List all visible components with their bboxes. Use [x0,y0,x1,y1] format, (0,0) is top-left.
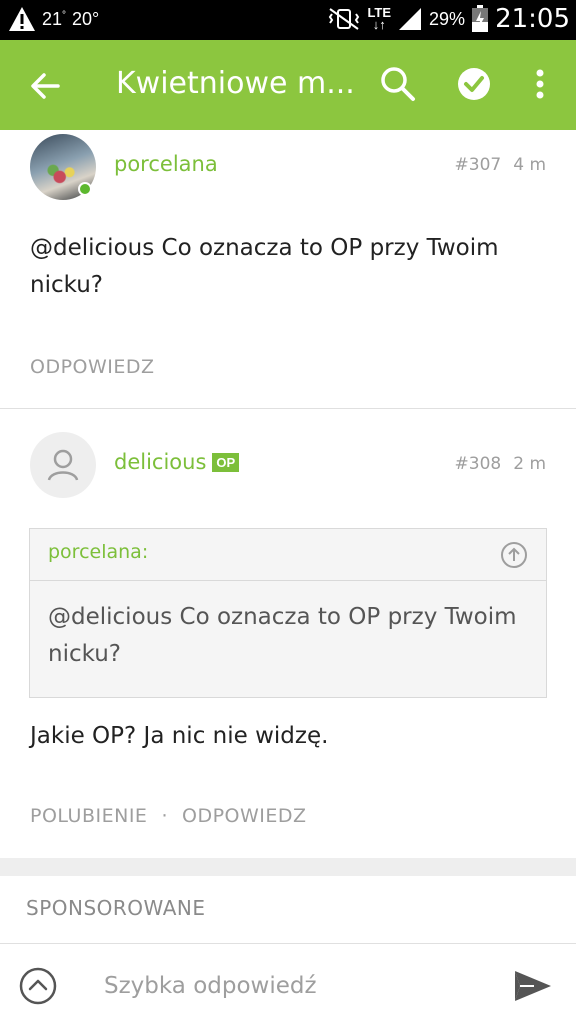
op-badge: OP [212,453,240,472]
status-left: 21 ° 20° [8,6,99,32]
like-button[interactable]: POLUBIENIE [30,805,147,827]
comment-text: Jakie OP? Ja nic nie widzę. [30,723,329,749]
page-title: Kwietniowe m... [116,66,355,101]
clock: 21:05 [495,4,570,34]
comment-meta: #307 4 m [455,155,546,175]
network-indicator: LTE ↓↑ [367,6,391,32]
warning-icon [9,7,35,31]
arrow-up-circle-icon[interactable] [500,541,528,569]
expand-up-icon[interactable] [18,966,58,1006]
avatar[interactable] [30,432,96,498]
status-right: LTE ↓↑ 29% 21:05 [327,4,570,34]
check-circle-icon[interactable] [454,64,494,104]
more-vert-icon[interactable] [520,64,560,104]
temp-secondary: 20° [72,8,100,29]
signal-icon [399,8,422,30]
section-separator [0,858,576,876]
send-icon[interactable] [512,966,554,1006]
comment-text: @delicious Co oznacza to OP przy Twoim n… [30,235,499,298]
comment-actions: ODPOWIEDZ [30,356,155,378]
quote-text: @delicious Co oznacza to OP przy Twoim n… [48,604,517,667]
user-placeholder-icon [47,449,79,481]
comment-time: 2 m [513,454,546,474]
reply-button[interactable]: ODPOWIEDZ [30,356,155,378]
comment-number[interactable]: #308 [455,454,502,474]
comment-307: porcelana #307 4 m @delicious Co oznacza … [0,130,576,408]
cloud-icon: ° [62,9,67,21]
mute-vibrate-icon [329,8,360,30]
comment-author[interactable]: delicious [114,450,206,474]
comment-author-row: delicious OP [114,450,240,474]
data-arrows-icon: ↓↑ [372,17,386,32]
online-status-dot [78,182,92,196]
quote-box: porcelana: @delicious Co oznacza to OP p… [29,528,547,698]
temp-primary: 21 [42,8,63,29]
reply-button[interactable]: ODPOWIEDZ [182,805,307,827]
quote-header: porcelana: [30,529,546,581]
quick-reply-bar [0,943,576,1024]
search-icon[interactable] [378,64,418,104]
battery-charging-icon [472,5,489,32]
back-arrow-icon[interactable] [26,66,66,106]
quote-author[interactable]: porcelana: [48,541,148,563]
battery-percent: 29% [429,8,466,29]
quick-reply-input[interactable] [104,964,484,1008]
comment-meta: #308 2 m [455,454,546,474]
action-separator: · [161,805,168,827]
comment-number[interactable]: #307 [455,155,502,175]
comment-actions: POLUBIENIE · ODPOWIEDZ [30,805,307,827]
comment-time: 4 m [513,155,546,175]
app-bar: Kwietniowe m... [0,40,576,130]
sponsored-label: SPONSOROWANE [26,896,206,920]
status-bar: 21 ° 20° LTE ↓↑ 29% 21:05 [0,0,576,40]
comment-author[interactable]: porcelana [114,152,218,176]
